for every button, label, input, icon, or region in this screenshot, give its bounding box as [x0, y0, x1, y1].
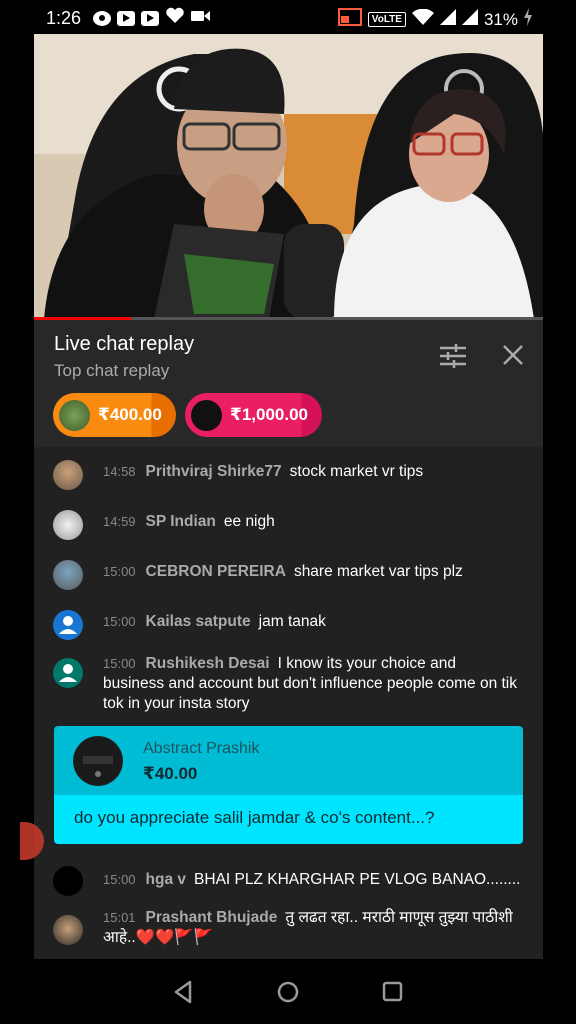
signal-icon [439, 9, 456, 30]
message-author: Prashant Bhujade [145, 909, 278, 926]
message-time: 15:01 [103, 910, 136, 925]
chat-title: Live chat replay [54, 333, 195, 355]
message-time: 15:00 [103, 564, 136, 579]
status-time: 1:26 [46, 7, 82, 28]
filter-sliders-icon[interactable] [440, 344, 466, 368]
avatar [53, 460, 83, 490]
youtube-icon [117, 10, 136, 26]
avatar [53, 866, 83, 896]
ticker-amount: ₹1,000.00 [230, 405, 309, 424]
message-author: hga v [145, 871, 187, 888]
default-user-avatar-icon [53, 658, 83, 688]
volte-badge: VoLTE [367, 12, 406, 27]
cast-icon [337, 8, 362, 31]
message-text: BHAI PLZ KHARGHAR PE VLOG BANAO........ [194, 871, 521, 888]
avatar [53, 510, 83, 540]
message-author: SP Indian [145, 513, 216, 530]
message-time: 14:59 [103, 514, 136, 529]
ticker-avatar [59, 399, 90, 431]
super-chat-ticker-1000[interactable]: ₹1,000.00 [185, 393, 322, 437]
avatar [53, 915, 83, 945]
message-text: ee nigh [223, 513, 275, 530]
ticker-amount: ₹400.00 [98, 405, 162, 424]
ticker-avatar [191, 399, 222, 431]
video-frame [34, 34, 543, 319]
super-chat-text: do you appreciate salil jamdar & co's co… [74, 808, 435, 827]
battery-charging-icon [524, 8, 532, 31]
message-text: jam tanak [258, 613, 326, 630]
message-time: 15:00 [103, 614, 136, 629]
super-chat-author: Abstract Prashik [143, 740, 260, 757]
avatar [73, 736, 123, 786]
super-chat-ticker-400[interactable]: ₹400.00 [53, 393, 176, 437]
message-time: 15:00 [103, 656, 136, 671]
message-author: Kailas satpute [145, 613, 251, 630]
signal-icon [461, 9, 478, 30]
message-author: Prithviraj Shirke77 [145, 463, 282, 480]
system-nav-bar [0, 960, 576, 1024]
battery-percent: 31% [483, 9, 518, 29]
chat-header: Live chat replay Top chat replay ₹400.00… [34, 320, 543, 447]
video-player[interactable] [34, 34, 543, 319]
super-chat-amount: ₹40.00 [143, 764, 198, 783]
message-time: 15:00 [103, 872, 136, 887]
home-icon[interactable] [272, 976, 304, 1008]
default-user-avatar-icon [53, 610, 83, 640]
recents-icon[interactable] [376, 976, 408, 1008]
message-author: Rushikesh Desai [145, 655, 270, 672]
chat-mode-dropdown[interactable]: Top chat replay [54, 361, 169, 381]
message-text: stock market vr tips [289, 463, 424, 480]
youtube-icon [141, 10, 160, 26]
wifi-icon [411, 8, 434, 30]
avatar [53, 560, 83, 590]
close-icon[interactable] [502, 344, 524, 366]
super-chat-body: do you appreciate salil jamdar & co's co… [54, 795, 523, 844]
live-chat-panel: Live chat replay Top chat replay ₹400.00… [34, 320, 543, 959]
health-heart-icon [165, 7, 185, 29]
message-text: share market var tips plz [293, 563, 463, 580]
message-time: 14:58 [103, 464, 136, 479]
super-chat-message[interactable]: Abstract Prashik ₹40.00 do you appreciat… [54, 726, 523, 844]
status-bar: 1:26 VoLTE 31% [0, 0, 576, 36]
back-icon[interactable] [168, 976, 200, 1008]
whatsapp-icon [93, 10, 112, 26]
message-author: CEBRON PEREIRA [145, 563, 286, 580]
video-camera-icon [191, 8, 211, 28]
super-chat-header: Abstract Prashik ₹40.00 [54, 726, 523, 795]
